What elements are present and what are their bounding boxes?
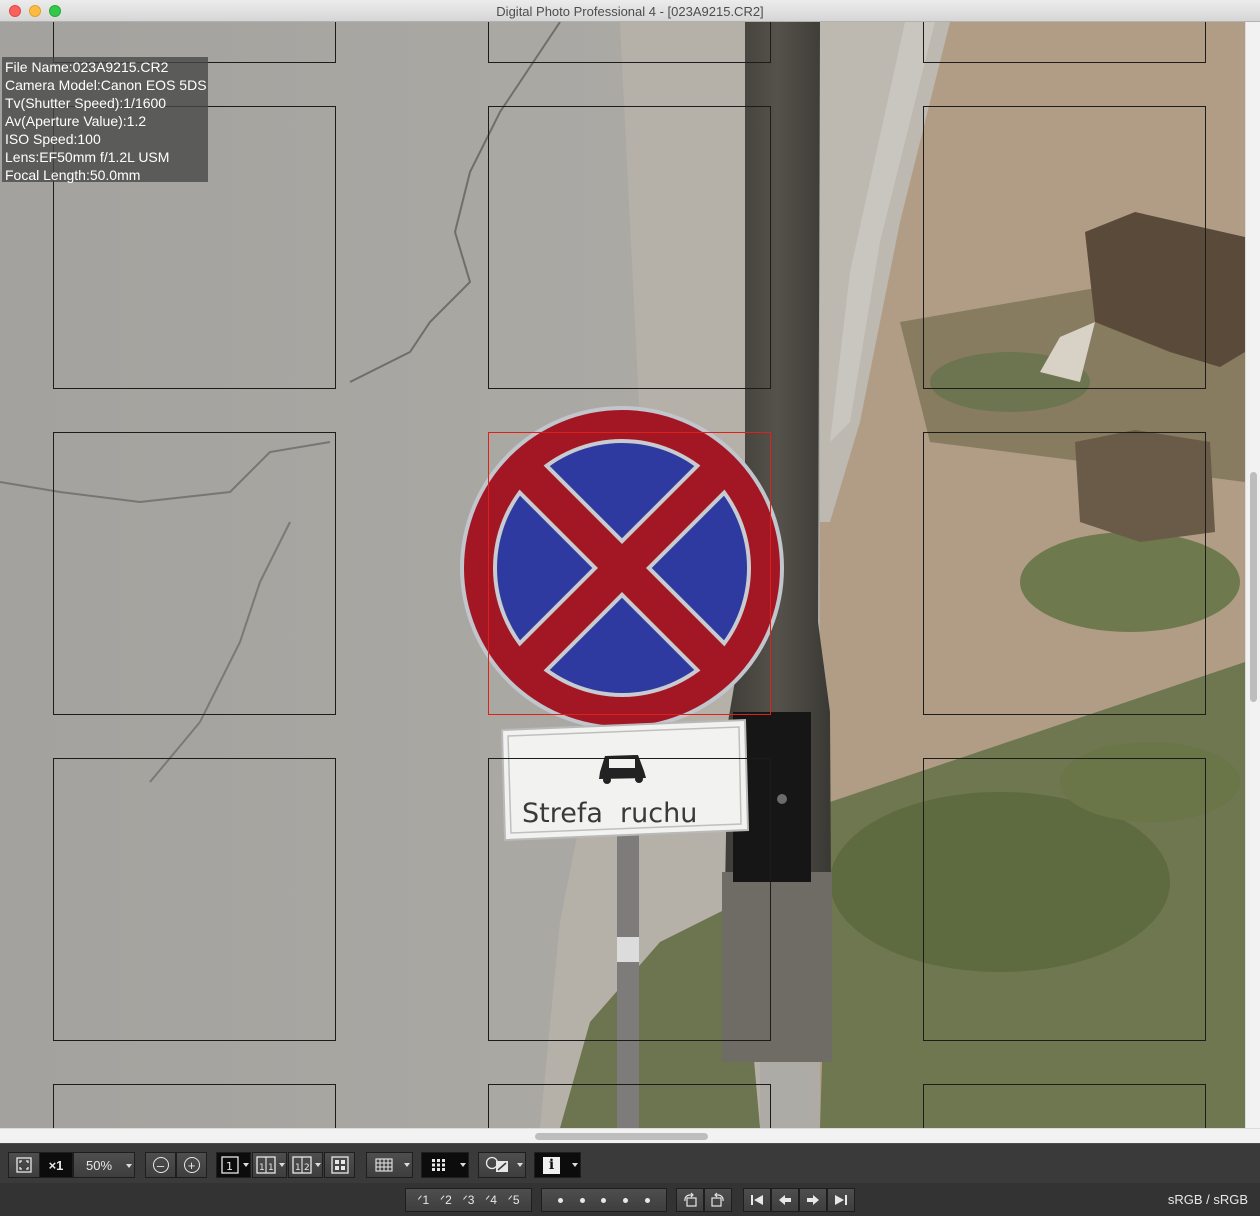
grid-icon: [375, 1158, 393, 1172]
horizontal-scroll-thumb[interactable]: [535, 1133, 708, 1140]
svg-text:2: 2: [304, 1163, 310, 1173]
skip-first-icon: [751, 1195, 763, 1205]
chevron-down-icon: [279, 1163, 285, 1167]
rating-1-button[interactable]: ᐟ1: [417, 1193, 429, 1207]
rotate-left-icon: [684, 1192, 697, 1207]
arrow-right-icon: [807, 1195, 819, 1205]
star-4-button[interactable]: [623, 1197, 629, 1203]
af-point-frame: [923, 758, 1206, 1041]
af-point-frame: [923, 22, 1206, 63]
previous-image-button[interactable]: [771, 1188, 799, 1212]
svg-text:1: 1: [268, 1163, 274, 1173]
rotate-left-button[interactable]: [676, 1188, 704, 1212]
zoom-in-icon: +: [183, 1157, 200, 1173]
image-viewport[interactable]: Strefa ruchu File Name:023A9215.CR2 Came…: [0, 22, 1245, 1128]
svg-text:1: 1: [226, 1160, 233, 1173]
last-image-button[interactable]: [827, 1188, 855, 1212]
info-lens: Lens:EF50mm f/1.2L USM: [5, 149, 170, 165]
rating-group: ᐟ1 ᐟ2 ᐟ3 ᐟ4 ᐟ5: [405, 1188, 532, 1212]
info-focal-length: Focal Length:50.0mm: [5, 167, 141, 183]
af-point-frame: [923, 432, 1206, 715]
single-view-icon: 1: [221, 1156, 239, 1174]
info-aperture: Av(Aperture Value):1.2: [5, 113, 147, 129]
info-iso: ISO Speed:100: [5, 131, 101, 147]
zoom-out-icon: –: [152, 1157, 169, 1173]
rating-4-button[interactable]: ᐟ4: [485, 1193, 497, 1207]
zoom-out-button[interactable]: –: [145, 1152, 176, 1178]
info-icon: i: [543, 1156, 560, 1174]
vertical-scrollbar[interactable]: [1245, 22, 1260, 1128]
chevron-down-icon: [572, 1163, 578, 1167]
svg-text:1: 1: [295, 1163, 301, 1173]
zoom-1x-button[interactable]: ×1: [39, 1152, 73, 1178]
af-point-frame: [488, 1084, 771, 1128]
af-point-frame: [488, 106, 771, 389]
info-camera-model: Camera Model:Canon EOS 5DS: [5, 77, 207, 93]
highlight-warning-icon: [485, 1156, 508, 1172]
highlight-shadow-warning-button[interactable]: [478, 1152, 526, 1178]
info-shutter-speed: Tv(Shutter Speed):1/1600: [5, 95, 167, 111]
shooting-info-overlay: File Name:023A9215.CR2 Camera Model:Cano…: [2, 57, 208, 183]
chevron-down-icon: [517, 1163, 523, 1167]
af-point-frame: [488, 22, 771, 63]
vertical-scroll-thumb[interactable]: [1250, 472, 1257, 702]
compare-view-1-2-button[interactable]: 1 2: [288, 1152, 323, 1178]
chevron-down-icon: [315, 1163, 321, 1167]
compare-1-2-icon: 1 2: [292, 1156, 312, 1174]
info-button-label: i: [548, 1157, 555, 1173]
af-points-icon: [432, 1159, 445, 1171]
info-display-button[interactable]: i: [534, 1152, 581, 1178]
zoom-in-button[interactable]: +: [176, 1152, 207, 1178]
title-bar: Digital Photo Professional 4 - [023A9215…: [0, 0, 1260, 22]
grid-view-button[interactable]: [324, 1152, 355, 1178]
skip-last-icon: [835, 1195, 847, 1205]
zoom-1x-label: ×1: [48, 1157, 64, 1173]
fit-to-window-button[interactable]: [8, 1152, 40, 1178]
af-point-frame: [53, 758, 336, 1041]
quad-view-icon: [330, 1156, 349, 1174]
star-1-button[interactable]: [558, 1197, 564, 1203]
chevron-down-icon: [126, 1164, 132, 1168]
chevron-down-icon: [243, 1163, 249, 1167]
rating-2-button[interactable]: ᐟ2: [440, 1193, 452, 1207]
star-2-button[interactable]: [579, 1197, 585, 1203]
rating-3-button[interactable]: ᐟ3: [463, 1193, 475, 1207]
svg-text:1: 1: [259, 1163, 265, 1173]
single-view-button[interactable]: 1: [216, 1152, 251, 1178]
af-point-frame: [488, 758, 771, 1041]
arrow-left-icon: [779, 1195, 791, 1205]
rotate-right-button[interactable]: [704, 1188, 732, 1212]
window-title: Digital Photo Professional 4 - [023A9215…: [496, 4, 764, 19]
navigation-toolbar: ᐟ1 ᐟ2 ᐟ3 ᐟ4 ᐟ5 sRGB / sRGB: [0, 1183, 1260, 1216]
first-image-button[interactable]: [743, 1188, 771, 1212]
af-point-frame: [53, 432, 336, 715]
compare-1-1-icon: 1 1: [256, 1156, 276, 1174]
color-space-label: sRGB / sRGB: [1167, 1192, 1248, 1207]
rating-5-button[interactable]: ᐟ5: [508, 1193, 520, 1207]
star-3-button[interactable]: [601, 1197, 607, 1203]
chevron-down-icon: [460, 1163, 466, 1167]
af-point-frame: [923, 106, 1206, 389]
rotate-right-icon: [711, 1192, 724, 1207]
star-rating-group: [541, 1188, 667, 1212]
af-point-frame: [53, 1084, 336, 1128]
af-point-display-button[interactable]: [421, 1152, 469, 1178]
star-5-button[interactable]: [644, 1197, 650, 1203]
compare-view-1-1-button[interactable]: 1 1: [252, 1152, 287, 1178]
next-image-button[interactable]: [799, 1188, 827, 1212]
af-point-frame: [923, 1084, 1206, 1128]
chevron-down-icon: [404, 1163, 410, 1167]
grid-overlay-button[interactable]: [366, 1152, 413, 1178]
fit-window-icon: [16, 1157, 32, 1173]
info-file-name: File Name:023A9215.CR2: [5, 59, 169, 75]
af-point-frame-active: [488, 432, 771, 715]
zoom-level-dropdown[interactable]: 50%: [73, 1152, 135, 1178]
view-toolbar: ×1 50% – + 1 1 1 1 2 i: [0, 1143, 1260, 1183]
horizontal-scrollbar[interactable]: [0, 1128, 1260, 1143]
zoom-level-value: 50%: [86, 1158, 113, 1173]
